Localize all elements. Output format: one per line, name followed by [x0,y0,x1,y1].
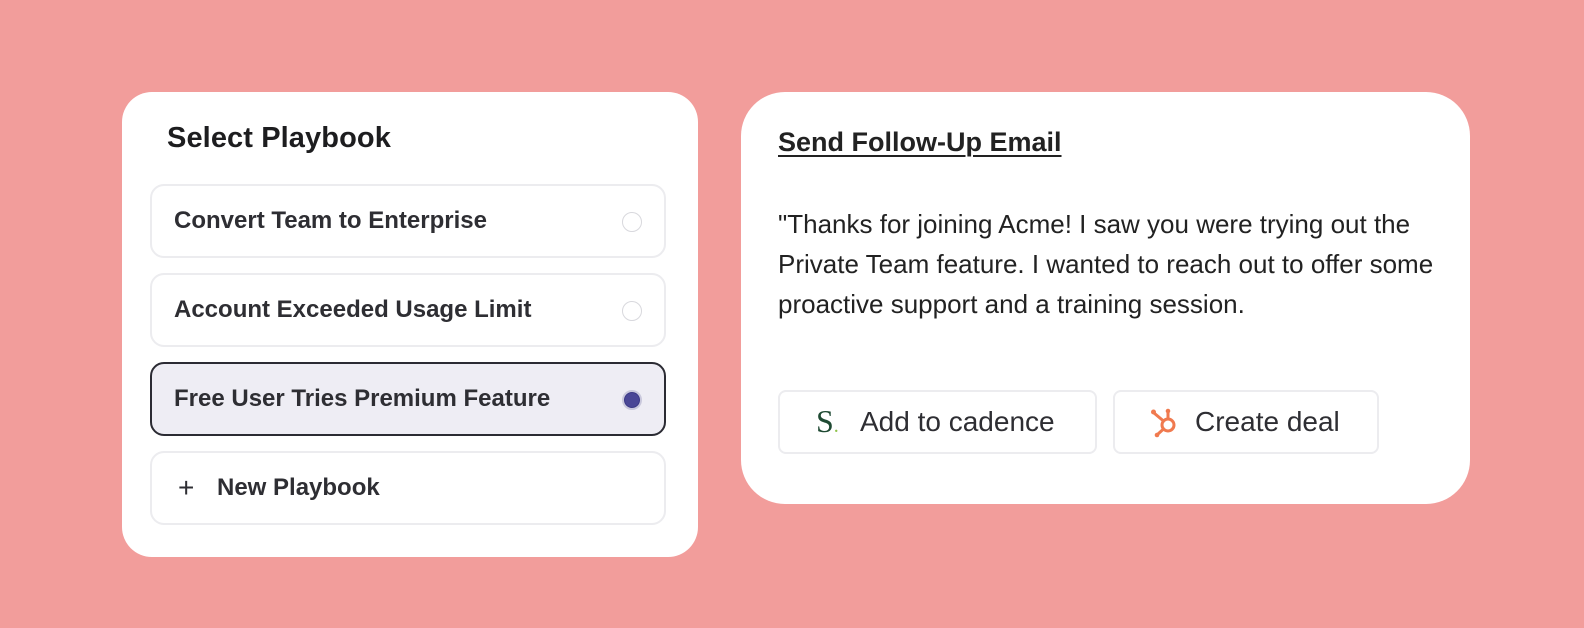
add-to-cadence-button[interactable]: S. Add to cadence [778,390,1097,454]
plus-icon: + [178,472,195,503]
playbook-option-convert-team[interactable]: Convert Team to Enterprise [150,184,666,258]
hubspot-icon [1151,408,1176,438]
playbook-option-label: Free User Tries Premium Feature [174,385,551,412]
playbook-option-label: Account Exceeded Usage Limit [174,296,532,323]
radio-icon[interactable] [622,212,642,232]
playbook-option-usage-limit[interactable]: Account Exceeded Usage Limit [150,273,666,347]
new-playbook-button[interactable]: + New Playbook [150,451,666,525]
salesloft-icon: S. [816,403,839,439]
email-panel: Send Follow-Up Email "Thanks for joining… [741,92,1470,504]
add-to-cadence-label: Add to cadence [860,406,1055,437]
new-playbook-label: New Playbook [217,474,380,501]
panel-title: Select Playbook [167,122,391,154]
radio-icon[interactable] [622,301,642,321]
playbook-option-label: Convert Team to Enterprise [174,207,487,234]
create-deal-button[interactable]: Create deal [1113,390,1379,454]
email-title-link[interactable]: Send Follow-Up Email [778,127,1062,158]
create-deal-label: Create deal [1195,406,1340,437]
playbook-panel: Select Playbook Convert Team to Enterpri… [122,92,698,557]
radio-selected-icon[interactable] [622,390,642,410]
playbook-option-premium-feature[interactable]: Free User Tries Premium Feature [150,362,666,436]
email-body-text: "Thanks for joining Acme! I saw you were… [778,209,1434,319]
